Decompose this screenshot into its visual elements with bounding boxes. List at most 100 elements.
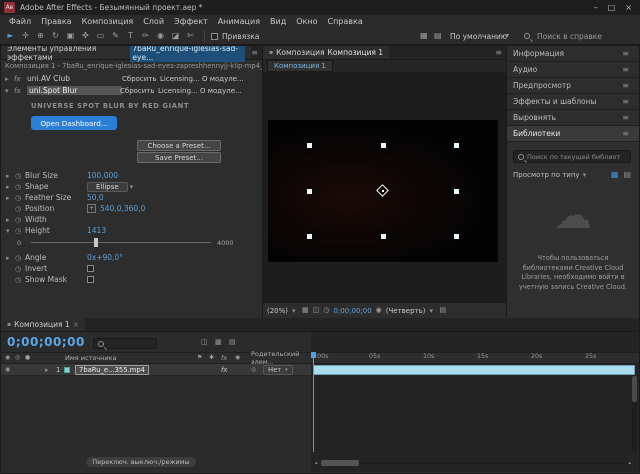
stopwatch-icon[interactable]: ◷ <box>15 265 25 273</box>
fast-preview-icon[interactable]: ▤ <box>440 307 447 314</box>
region-of-interest-icon[interactable]: ◫ <box>313 307 320 314</box>
panel-menu-icon[interactable]: ≡ <box>622 97 633 106</box>
zoom-out-icon[interactable]: ▴ <box>315 460 318 466</box>
stopwatch-icon[interactable]: ◷ <box>15 216 25 224</box>
spot-handle[interactable] <box>307 189 312 194</box>
position-crosshair-icon[interactable]: + <box>87 204 96 213</box>
menu-file[interactable]: Файл <box>4 17 36 26</box>
panel-menu-icon[interactable]: ≡ <box>622 129 633 138</box>
twirl-icon[interactable]: ▸ <box>6 183 15 191</box>
snap-checkbox[interactable] <box>211 33 218 40</box>
vertical-scrollbar[interactable] <box>632 376 637 452</box>
layer-twirl-icon[interactable]: ▸ <box>45 366 54 374</box>
current-time-indicator[interactable] <box>313 352 314 452</box>
menu-animation[interactable]: Анимация <box>213 17 265 26</box>
spot-handle[interactable] <box>454 189 459 194</box>
spot-handle[interactable] <box>454 143 459 148</box>
roto-brush-tool-icon[interactable]: ✄ <box>183 32 198 40</box>
timeline-search-box[interactable] <box>93 338 157 349</box>
pan-behind-tool-icon[interactable]: ✜ <box>78 32 93 40</box>
clone-stamp-tool-icon[interactable]: ◉ <box>153 32 168 40</box>
twirl-icon[interactable]: ▸ <box>6 254 15 262</box>
stopwatch-icon[interactable]: ◷ <box>15 194 25 202</box>
comp-viewport[interactable] <box>263 73 506 302</box>
type-tool-icon[interactable]: T <box>123 32 138 40</box>
panel-menu-icon[interactable]: ≡ <box>495 48 506 57</box>
panel-header-info[interactable]: Информация ≡ <box>507 46 639 62</box>
comp-timecode[interactable]: 0;00;00;00 <box>333 307 371 315</box>
libraries-search-box[interactable] <box>513 150 631 163</box>
spot-handle[interactable] <box>307 234 312 239</box>
param-value[interactable]: 540,0,360,0 <box>100 204 145 213</box>
twirl-icon[interactable]: ▸ <box>6 216 15 224</box>
brush-tool-icon[interactable]: ✏ <box>138 32 153 40</box>
timeline-zoom-slider[interactable] <box>321 458 626 468</box>
effect-name[interactable]: uni.AV Club <box>27 74 122 83</box>
draft-3d-icon[interactable]: ▦ <box>215 339 222 346</box>
resolution-dropdown[interactable]: (Четверть) <box>386 307 426 315</box>
grid-view-icon[interactable]: ▦ <box>611 170 619 179</box>
timeline-tab[interactable]: ▪ Композиция 1 × <box>1 318 85 331</box>
shape-tool-icon[interactable]: ▭ <box>93 32 108 40</box>
workspace-selector[interactable]: По умолчанию <box>450 32 507 41</box>
effect-licensing-link[interactable]: Licensing... <box>158 87 200 95</box>
menu-effect[interactable]: Эффект <box>169 17 213 26</box>
stopwatch-icon[interactable]: ◷ <box>15 276 25 284</box>
panel-menu-icon[interactable]: ≡ <box>622 81 633 90</box>
slider-handle[interactable] <box>94 238 98 247</box>
close-button[interactable]: × <box>625 3 632 12</box>
scrollbar-thumb[interactable] <box>632 376 637 402</box>
panel-header-audio[interactable]: Аудио ≡ <box>507 62 639 78</box>
workspace-list-icon[interactable]: ▤ <box>434 32 442 40</box>
panel-menu-icon[interactable]: ≡ <box>622 113 633 122</box>
grid-options-icon[interactable]: ▦ <box>302 307 309 314</box>
fx-badge-icon[interactable]: fx <box>14 87 27 95</box>
spot-handle[interactable] <box>307 143 312 148</box>
layer-fx-switch[interactable]: fx <box>221 366 227 374</box>
invert-checkbox[interactable] <box>87 265 94 272</box>
comp-subtab[interactable]: Композиция 1 <box>267 60 333 72</box>
camera-tool-icon[interactable]: ▣ <box>63 32 78 40</box>
dropdown-icon[interactable]: ▾ <box>292 307 298 315</box>
param-value[interactable]: 100,000 <box>87 171 118 180</box>
spot-handle[interactable] <box>454 234 459 239</box>
twirl-icon[interactable]: ▸ <box>6 172 15 180</box>
frame-blend-icon[interactable]: ▤ <box>229 339 236 346</box>
close-tab-icon[interactable]: × <box>73 320 79 329</box>
view-by-dropdown[interactable]: Просмотр по типу <box>513 171 580 179</box>
stopwatch-icon[interactable]: ◷ <box>15 183 25 191</box>
layer-name[interactable]: 7baRu_e...355.mp4 <box>75 365 149 375</box>
effect-about-link[interactable]: О модуле... <box>200 87 242 95</box>
spot-handle[interactable] <box>381 143 386 148</box>
effect-row-spotblur[interactable]: ▾ fx uni.Spot Blur Сбросить Licensing...… <box>1 85 262 96</box>
panel-header-effects-presets[interactable]: Эффекты и шаблоны ≡ <box>507 94 639 110</box>
panel-menu-icon[interactable]: ≡ <box>251 48 262 57</box>
effect-about-link[interactable]: О модуле... <box>202 75 244 83</box>
stopwatch-icon[interactable]: ◷ <box>15 205 25 213</box>
current-time-indicator-head[interactable] <box>311 352 316 358</box>
effect-name[interactable]: uni.Spot Blur <box>27 86 122 95</box>
timeline-timecode[interactable]: 0;00;00;00 <box>7 335 85 349</box>
layer-label-chip[interactable] <box>64 367 70 373</box>
zoom-slider-thumb[interactable] <box>321 460 359 466</box>
save-preset-button[interactable]: Save Preset... <box>137 152 221 163</box>
help-search-field[interactable]: Поиск в справке <box>537 32 602 41</box>
panel-header-preview[interactable]: Предпросмотр ≡ <box>507 78 639 94</box>
param-value[interactable]: 0x+90,0° <box>87 253 123 262</box>
menu-view[interactable]: Вид <box>265 17 291 26</box>
shape-dropdown[interactable]: Ellipse <box>87 182 128 192</box>
stopwatch-icon[interactable]: ◷ <box>15 227 25 235</box>
panel-header-libraries[interactable]: Библиотеки ≡ <box>507 126 639 142</box>
minimize-button[interactable]: – <box>594 3 598 12</box>
layer-duration-bar[interactable] <box>313 365 635 375</box>
spot-handle[interactable] <box>381 234 386 239</box>
time-ruler[interactable]: :00s 05s 10s 15s 20s 25s <box>311 352 639 364</box>
effect-reset-link[interactable]: Сбросить <box>120 87 158 95</box>
eraser-tool-icon[interactable]: ◪ <box>168 32 183 40</box>
current-time-icon[interactable]: ◷ <box>323 307 329 314</box>
workspace-dropdown-icon[interactable]: ▾ <box>506 33 509 39</box>
layer-row[interactable]: ◉ ▸ 1 7baRu_e...355.mp4 fx ◎ Нет ▾ <box>1 364 311 376</box>
selection-tool-icon[interactable]: ► <box>3 32 18 40</box>
zoom-tool-icon[interactable]: ⊕ <box>33 32 48 40</box>
libraries-search-input[interactable] <box>527 153 626 161</box>
